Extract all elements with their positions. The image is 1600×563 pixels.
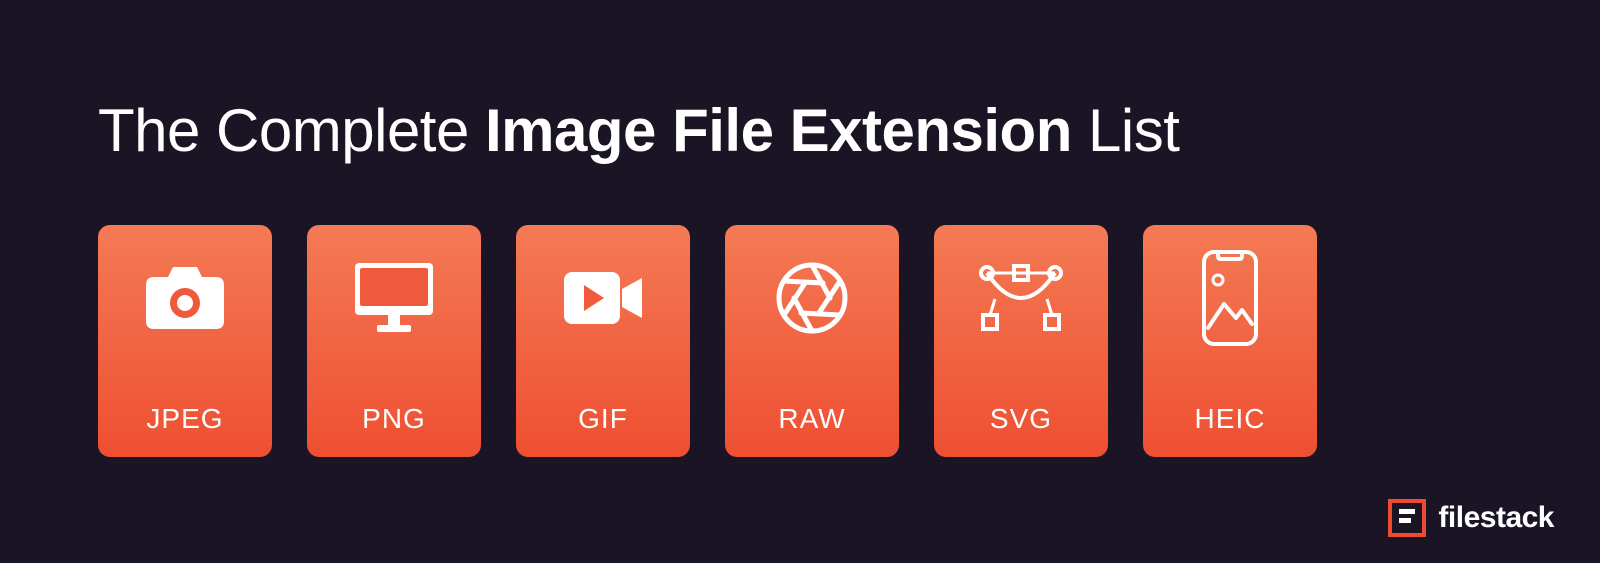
card-raw: RAW <box>725 225 899 457</box>
vector-icon <box>976 253 1066 343</box>
card-label: SVG <box>934 403 1108 435</box>
camera-icon <box>140 253 230 343</box>
brand: filestack <box>1388 499 1554 537</box>
card-label: PNG <box>307 403 481 435</box>
card-label: HEIC <box>1143 403 1317 435</box>
title-bold: Image File Extension <box>485 97 1072 164</box>
filestack-logo-icon <box>1388 499 1426 537</box>
card-label: JPEG <box>98 403 272 435</box>
title-suffix: List <box>1072 97 1180 164</box>
video-icon <box>558 253 648 343</box>
title-prefix: The Complete <box>98 97 485 164</box>
card-label: GIF <box>516 403 690 435</box>
brand-name: filestack <box>1438 501 1554 535</box>
card-label: RAW <box>725 403 899 435</box>
card-jpeg: JPEG <box>98 225 272 457</box>
page-title: The Complete Image File Extension List <box>98 96 1179 165</box>
monitor-icon <box>349 253 439 343</box>
phone-image-icon <box>1185 253 1275 343</box>
aperture-icon <box>767 253 857 343</box>
card-list: JPEG PNG GIF <box>98 225 1317 457</box>
card-svg: SVG <box>934 225 1108 457</box>
card-png: PNG <box>307 225 481 457</box>
card-gif: GIF <box>516 225 690 457</box>
card-heic: HEIC <box>1143 225 1317 457</box>
